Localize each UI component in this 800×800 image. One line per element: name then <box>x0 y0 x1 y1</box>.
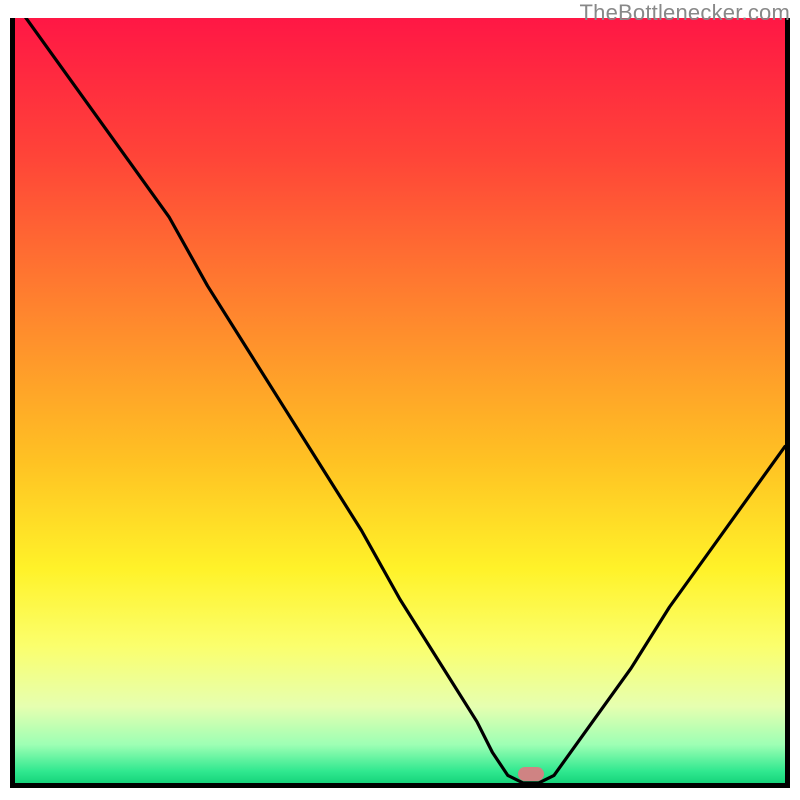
bottleneck-chart: TheBottlenecker.com <box>0 0 800 800</box>
attribution-label: TheBottlenecker.com <box>580 0 790 26</box>
plot-area <box>10 18 790 788</box>
bottleneck-curve <box>15 18 785 783</box>
optimal-marker <box>518 767 544 781</box>
